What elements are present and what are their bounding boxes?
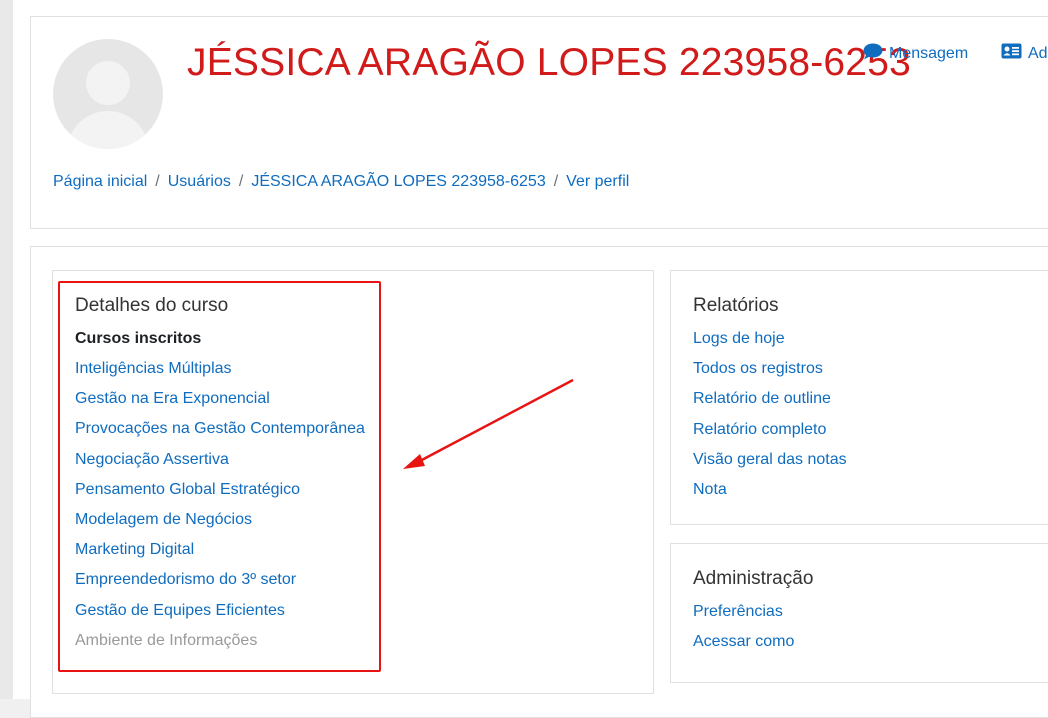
breadcrumb-users[interactable]: Usuários xyxy=(168,173,231,190)
reports-block: Relatórios Logs de hoje Todos os registr… xyxy=(670,270,1048,525)
annotation-highlight-box xyxy=(58,281,381,672)
report-link[interactable]: Todos os registros xyxy=(693,354,847,384)
add-contact-button[interactable]: Ad xyxy=(1001,43,1048,64)
reports-title: Relatórios xyxy=(693,295,779,316)
breadcrumb-user[interactable]: JÉSSICA ARAGÃO LOPES 223958-6253 xyxy=(251,173,545,190)
admin-link[interactable]: Acessar como xyxy=(693,627,813,657)
report-link[interactable]: Relatório de outline xyxy=(693,384,847,414)
avatar-body-silhouette xyxy=(67,111,149,149)
administration-list: Preferências Acessar como xyxy=(693,597,813,657)
admin-link[interactable]: Preferências xyxy=(693,597,813,627)
breadcrumb-separator: / xyxy=(155,173,160,190)
address-card-icon xyxy=(1001,43,1022,64)
avatar-head-silhouette xyxy=(86,61,130,105)
reports-list: Logs de hoje Todos os registros Relatóri… xyxy=(693,324,847,505)
speech-bubble-icon xyxy=(863,43,883,65)
report-link[interactable]: Nota xyxy=(693,475,847,505)
page-title: JÉSSICA ARAGÃO LOPES 223958-6253 xyxy=(187,41,911,84)
administration-block: Administração Preferências Acessar como xyxy=(670,543,1048,683)
administration-title: Administração xyxy=(693,568,814,589)
avatar[interactable] xyxy=(53,39,163,149)
message-button[interactable]: Mensagem xyxy=(863,43,968,65)
breadcrumb: Página inicial / Usuários / JÉSSICA ARAGÃO L… xyxy=(53,173,629,191)
message-label: Mensagem xyxy=(889,45,969,62)
add-contact-label: Ad xyxy=(1028,44,1048,62)
report-link[interactable]: Visão geral das notas xyxy=(693,445,847,475)
report-link[interactable]: Relatório completo xyxy=(693,415,847,445)
profile-header: JÉSSICA ARAGÃO LOPES 223958-6253 Mensage… xyxy=(30,16,1048,229)
breadcrumb-separator: / xyxy=(553,173,559,190)
breadcrumb-home[interactable]: Página inicial xyxy=(53,173,147,190)
breadcrumb-separator: / xyxy=(238,173,244,190)
report-link[interactable]: Logs de hoje xyxy=(693,324,847,354)
left-sidebar-strip xyxy=(0,0,13,699)
breadcrumb-view-profile[interactable]: Ver perfil xyxy=(566,173,629,190)
